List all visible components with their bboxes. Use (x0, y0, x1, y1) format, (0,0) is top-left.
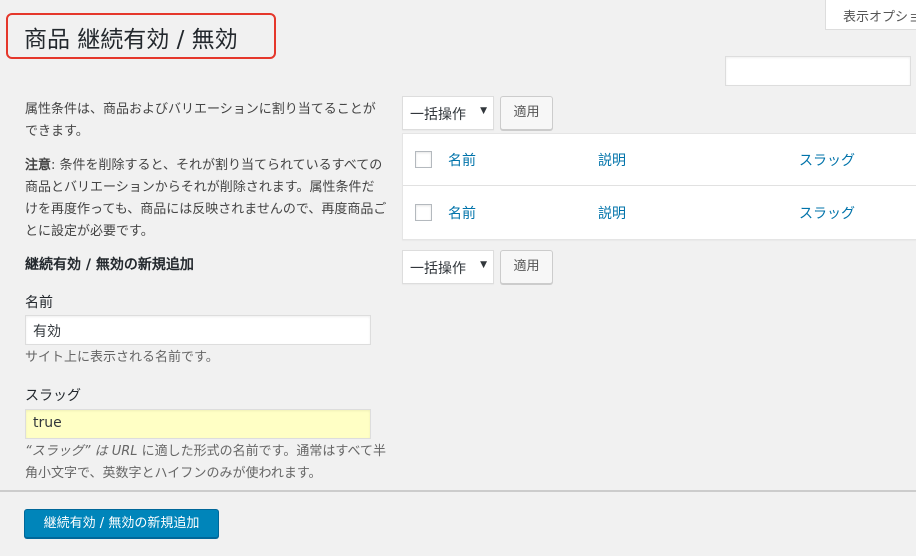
intro-note: 注意: 条件を削除すると、それが割り当てられているすべての商品とバリエーションか… (25, 155, 387, 243)
add-new-form-title: 継続有効 / 無効の新規追加 (25, 257, 194, 273)
terms-table: 名前 説明 スラッグ 名前 説明 スラッグ (402, 133, 916, 240)
note-text: : 条件を削除すると、それが割り当てられているすべての商品とバリエーションからそ… (25, 158, 387, 239)
dropdown-arrow-icon: ▼ (480, 260, 487, 270)
bulk-action-label-bottom: 一括操作 (410, 261, 466, 277)
add-new-submit-button[interactable]: 継続有効 / 無効の新規追加 (24, 509, 219, 538)
bulk-action-select-bottom[interactable]: 一括操作 ▼ (402, 250, 494, 284)
search-input[interactable] (725, 56, 911, 86)
slug-help-url: URL (111, 444, 138, 459)
table-header-row: 名前 説明 スラッグ (403, 134, 916, 186)
note-label: 注意 (25, 158, 52, 173)
footer-column-description[interactable]: 説明 (598, 203, 626, 223)
apply-button-top[interactable]: 適用 (500, 96, 553, 130)
apply-button-bottom[interactable]: 適用 (500, 250, 553, 284)
dropdown-arrow-icon: ▼ (480, 106, 487, 116)
name-label: 名前 (25, 295, 53, 311)
slug-input[interactable]: true (25, 409, 371, 439)
slug-label: スラッグ (25, 388, 81, 404)
screen-options-tab[interactable]: 表示オプション (825, 0, 916, 30)
footer-column-name[interactable]: 名前 (448, 203, 476, 223)
intro-description: 属性条件は、商品およびバリエーションに割り当てることができます。 (25, 102, 376, 139)
slug-help-quote: “スラッグ” は (25, 444, 112, 459)
bulk-action-select-top[interactable]: 一括操作 ▼ (402, 96, 494, 130)
column-name[interactable]: 名前 (448, 150, 476, 170)
form-divider (0, 490, 916, 492)
column-description[interactable]: 説明 (598, 150, 626, 170)
page-title-highlight: 商品 継続有効 / 無効 (6, 13, 276, 59)
select-all-checkbox-footer[interactable] (415, 204, 432, 221)
select-all-checkbox[interactable] (415, 151, 432, 168)
footer-column-slug[interactable]: スラッグ (799, 203, 855, 223)
bulk-action-label: 一括操作 (410, 107, 466, 123)
slug-help: “スラッグ” は URL に適した形式の名前です。通常はすべて半角小文字で、英数… (25, 441, 390, 485)
page-title: 商品 継続有効 / 無効 (24, 27, 238, 53)
name-help: サイト上に表示される名前です。 (25, 350, 219, 365)
name-input[interactable]: 有効 (25, 315, 371, 345)
column-slug[interactable]: スラッグ (799, 150, 855, 170)
table-footer-row: 名前 説明 スラッグ (403, 187, 916, 239)
